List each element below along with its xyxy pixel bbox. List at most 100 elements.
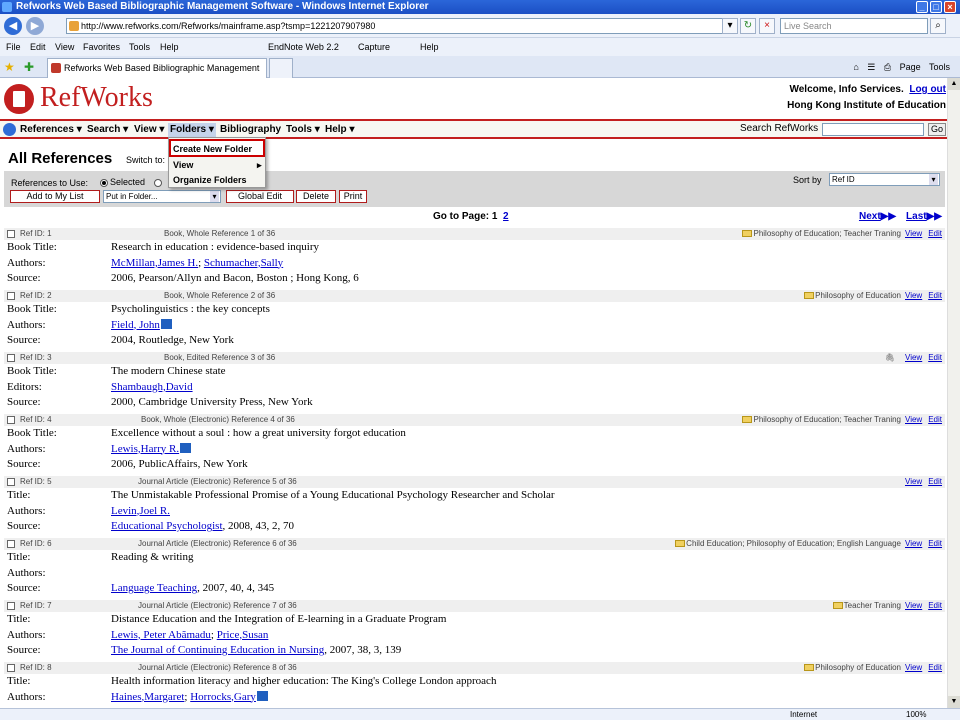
refresh-icon[interactable]: ↻ [740,18,756,34]
view-folder-item[interactable]: View [173,158,193,172]
page-menu[interactable]: Page [900,62,921,72]
menu-tools[interactable]: Tools [129,38,150,56]
view-link[interactable]: View [905,353,922,362]
author-link[interactable]: McMillan,James H. [111,257,198,269]
view-link[interactable]: View [905,601,922,610]
journal-link[interactable]: The Journal of Continuing Education in N… [111,644,324,656]
favorites-star-icon[interactable]: ★ [4,60,15,74]
author-link[interactable]: Lewis, Peter Abãmadu [111,629,211,641]
address-input[interactable]: http://www.refworks.com/Refworks/mainfra… [66,18,736,34]
menu-view[interactable]: View [55,38,74,56]
live-search-input[interactable]: Live Search [780,18,928,34]
view-link[interactable]: View [905,539,922,548]
nav-references[interactable]: References ▾ [20,123,82,137]
author-link[interactable]: Horrocks,Gary [190,691,256,703]
view-link[interactable]: View [905,663,922,672]
ref-id: Ref ID: 1 [20,229,52,238]
author-link[interactable]: Shambaugh,David [111,381,193,393]
menu-favorites[interactable]: Favorites [83,38,120,56]
edit-link[interactable]: Edit [928,415,942,424]
last-link[interactable]: Last [906,211,927,222]
link-endnote[interactable]: EndNote Web 2.2 [268,38,339,56]
edit-link[interactable]: Edit [928,663,942,672]
nav-help[interactable]: Help ▾ [325,123,354,137]
journal-link[interactable]: Language Teaching [111,582,197,594]
view-link[interactable]: View [905,477,922,486]
external-link-icon[interactable] [160,318,172,329]
add-favorite-icon[interactable]: ✚ [24,60,34,74]
author-link[interactable]: Levin,Joel R. [111,505,170,517]
scroll-up-icon[interactable]: ▲ [948,78,960,90]
delete-button[interactable]: Delete [296,190,336,203]
nav-view[interactable]: View ▾ [134,123,164,137]
view-link[interactable]: View [905,291,922,300]
reference-checkbox[interactable] [7,230,15,238]
print-icon[interactable]: ⎙ [884,62,891,72]
scroll-down-icon[interactable]: ▼ [948,696,960,708]
new-tab-button[interactable] [269,58,293,78]
go-button[interactable]: Go [928,123,946,136]
reference-checkbox[interactable] [7,664,15,672]
reference-checkbox[interactable] [7,540,15,548]
feeds-icon[interactable]: ☰ [867,62,875,72]
page-2-link[interactable]: 2 [503,211,509,222]
link-help[interactable]: Help [420,38,439,56]
organize-folders-item[interactable]: Organize Folders [173,173,247,187]
reference-checkbox[interactable] [7,602,15,610]
address-dropdown-icon[interactable]: ▾ [722,18,738,34]
back-button[interactable]: ◀ [4,17,22,35]
external-link-icon[interactable] [256,690,268,701]
browser-tab[interactable]: Refworks Web Based Bibliographic Managem… [47,58,267,91]
edit-link[interactable]: Edit [928,353,942,362]
author-link[interactable]: Schumacher,Sally [204,257,283,269]
add-to-my-list-button[interactable]: Add to My List [10,190,100,203]
view-link[interactable]: View [905,415,922,424]
attachment-icon[interactable]: 🖇 [885,352,895,364]
menu-help[interactable]: Help [160,38,179,56]
selected-radio[interactable]: Selected [100,177,145,187]
author-link[interactable]: Price,Susan [217,629,269,641]
sort-by-select[interactable]: Ref ID [829,173,940,186]
create-new-folder-item[interactable]: Create New Folder [173,142,252,156]
stop-icon[interactable]: × [759,18,775,34]
nav-folders[interactable]: Folders ▾ [168,123,216,137]
external-link-icon[interactable] [180,442,192,453]
reference-checkbox[interactable] [7,354,15,362]
nav-search[interactable]: Search ▾ [87,123,128,137]
vertical-scrollbar[interactable]: ▲ ▼ [947,78,960,708]
nav-tools[interactable]: Tools ▾ [286,123,320,137]
reference-checkbox[interactable] [7,478,15,486]
menu-edit[interactable]: Edit [30,38,46,56]
link-capture[interactable]: Capture [358,38,390,56]
next-link[interactable]: Next [859,211,881,222]
nav-bibliography[interactable]: Bibliography [220,123,281,137]
tools-menu[interactable]: Tools [929,62,950,72]
print-button[interactable]: Print [339,190,367,203]
forward-button[interactable]: ▶ [26,17,44,35]
reference-checkbox[interactable] [7,416,15,424]
author-link[interactable]: Lewis,Harry R. [111,443,179,455]
page-radio[interactable] [154,177,164,187]
close-button[interactable]: × [944,1,956,13]
logout-link[interactable]: Log out [909,84,946,95]
view-link[interactable]: View [905,229,922,238]
home-icon[interactable]: ⌂ [853,62,858,72]
author-link[interactable]: Field, John [111,319,160,331]
menu-file[interactable]: File [6,38,21,56]
journal-link[interactable]: Educational Psychologist [111,520,223,532]
edit-link[interactable]: Edit [928,539,942,548]
edit-link[interactable]: Edit [928,229,942,238]
minimize-button[interactable]: _ [916,1,928,13]
reference-checkbox[interactable] [7,292,15,300]
global-edit-button[interactable]: Global Edit [226,190,294,203]
edit-link[interactable]: Edit [928,291,942,300]
zoom-level[interactable]: 100% [906,709,926,721]
author-link[interactable]: Haines,Margaret [111,691,184,703]
page-content: RefWorks Welcome, Info Services. Log out… [0,78,947,708]
put-in-folder-select[interactable]: Put in Folder... [103,190,221,203]
edit-link[interactable]: Edit [928,601,942,610]
edit-link[interactable]: Edit [928,477,942,486]
search-icon[interactable]: ⌕ [930,18,946,34]
maximize-button[interactable]: □ [930,1,942,13]
search-refworks-input[interactable] [822,123,924,136]
